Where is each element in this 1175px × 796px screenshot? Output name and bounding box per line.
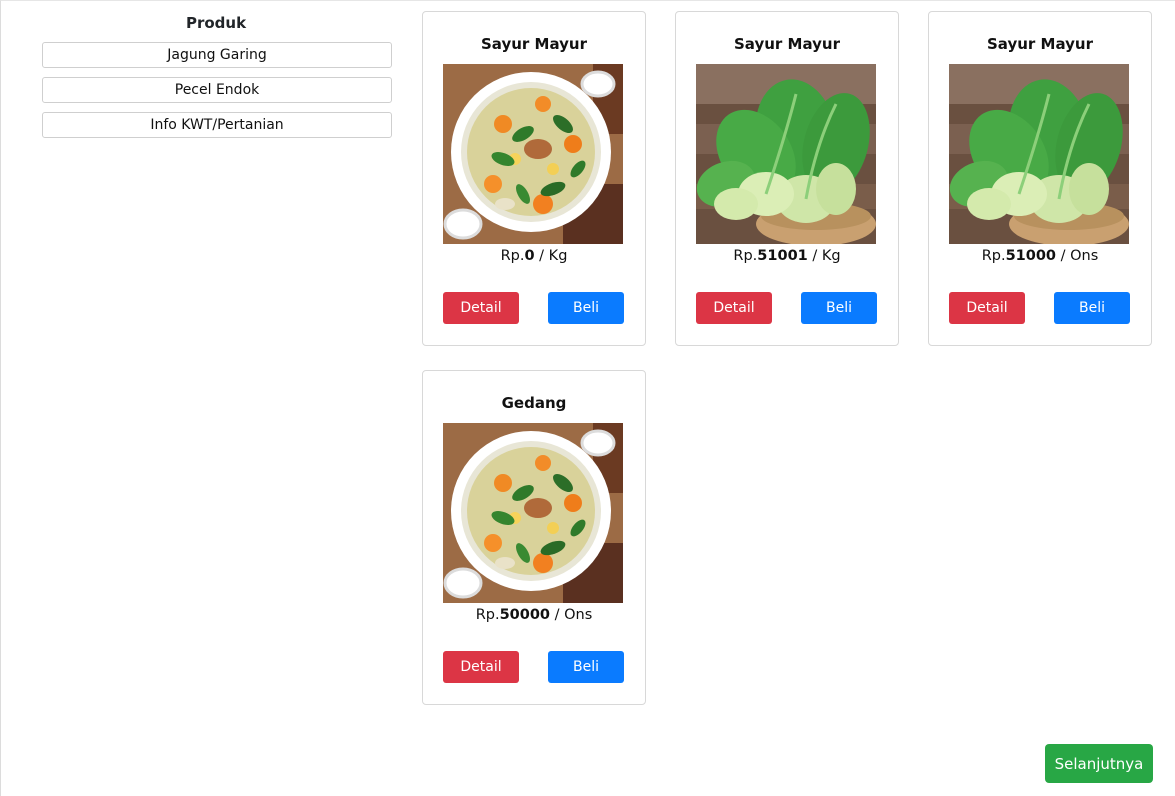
price-currency: Rp.	[733, 248, 758, 264]
product-card: Sayur Mayur Rp.51000 / Ons Detail Beli	[928, 11, 1152, 346]
price-value: 0	[524, 248, 535, 264]
sidebar-item-info-kwt-pertanian[interactable]: Info KWT/Pertanian	[42, 112, 392, 138]
bok-choy-image	[696, 64, 876, 244]
product-price: Rp.51000 / Ons	[929, 246, 1151, 266]
buy-button[interactable]: Beli	[548, 651, 624, 683]
product-price: Rp.50000 / Ons	[423, 605, 645, 625]
price-currency: Rp.	[981, 248, 1006, 264]
product-category-sidebar: Produk Jagung Garing Pecel Endok Info KW…	[42, 12, 392, 147]
price-unit: / Ons	[1056, 248, 1099, 264]
detail-button[interactable]: Detail	[443, 292, 519, 324]
detail-button[interactable]: Detail	[443, 651, 519, 683]
buy-button[interactable]: Beli	[1054, 292, 1130, 324]
product-price: Rp.51001 / Kg	[676, 246, 898, 266]
product-card: Sayur Mayur Rp.0 / Kg Detail Beli	[422, 11, 646, 346]
price-currency: Rp.	[500, 248, 525, 264]
price-value: 50000	[499, 607, 551, 623]
price-currency: Rp.	[475, 607, 500, 623]
detail-button[interactable]: Detail	[949, 292, 1025, 324]
price-unit: / Kg	[534, 248, 568, 264]
vegetable-soup-image	[443, 423, 623, 603]
product-name: Sayur Mayur	[481, 35, 587, 53]
vegetable-soup-image	[443, 64, 623, 244]
price-unit: / Ons	[550, 607, 593, 623]
bok-choy-image	[949, 64, 1129, 244]
detail-button[interactable]: Detail	[696, 292, 772, 324]
product-name: Gedang	[501, 394, 567, 412]
price-value: 51000	[1005, 248, 1057, 264]
product-card: Sayur Mayur Rp.51001 / Kg Detail Beli	[675, 11, 899, 346]
next-page-button[interactable]: Selanjutnya	[1045, 744, 1153, 783]
buy-button[interactable]: Beli	[548, 292, 624, 324]
product-name: Sayur Mayur	[734, 35, 840, 53]
sidebar-title: Produk	[185, 14, 247, 32]
product-name: Sayur Mayur	[987, 35, 1093, 53]
price-value: 51001	[757, 248, 808, 264]
product-price: Rp.0 / Kg	[423, 246, 645, 266]
product-card: Gedang Rp.50000 / Ons Detail Beli	[422, 370, 646, 705]
sidebar-item-jagung-garing[interactable]: Jagung Garing	[42, 42, 392, 68]
buy-button[interactable]: Beli	[801, 292, 877, 324]
sidebar-item-pecel-endok[interactable]: Pecel Endok	[42, 77, 392, 103]
price-unit: / Kg	[807, 248, 841, 264]
